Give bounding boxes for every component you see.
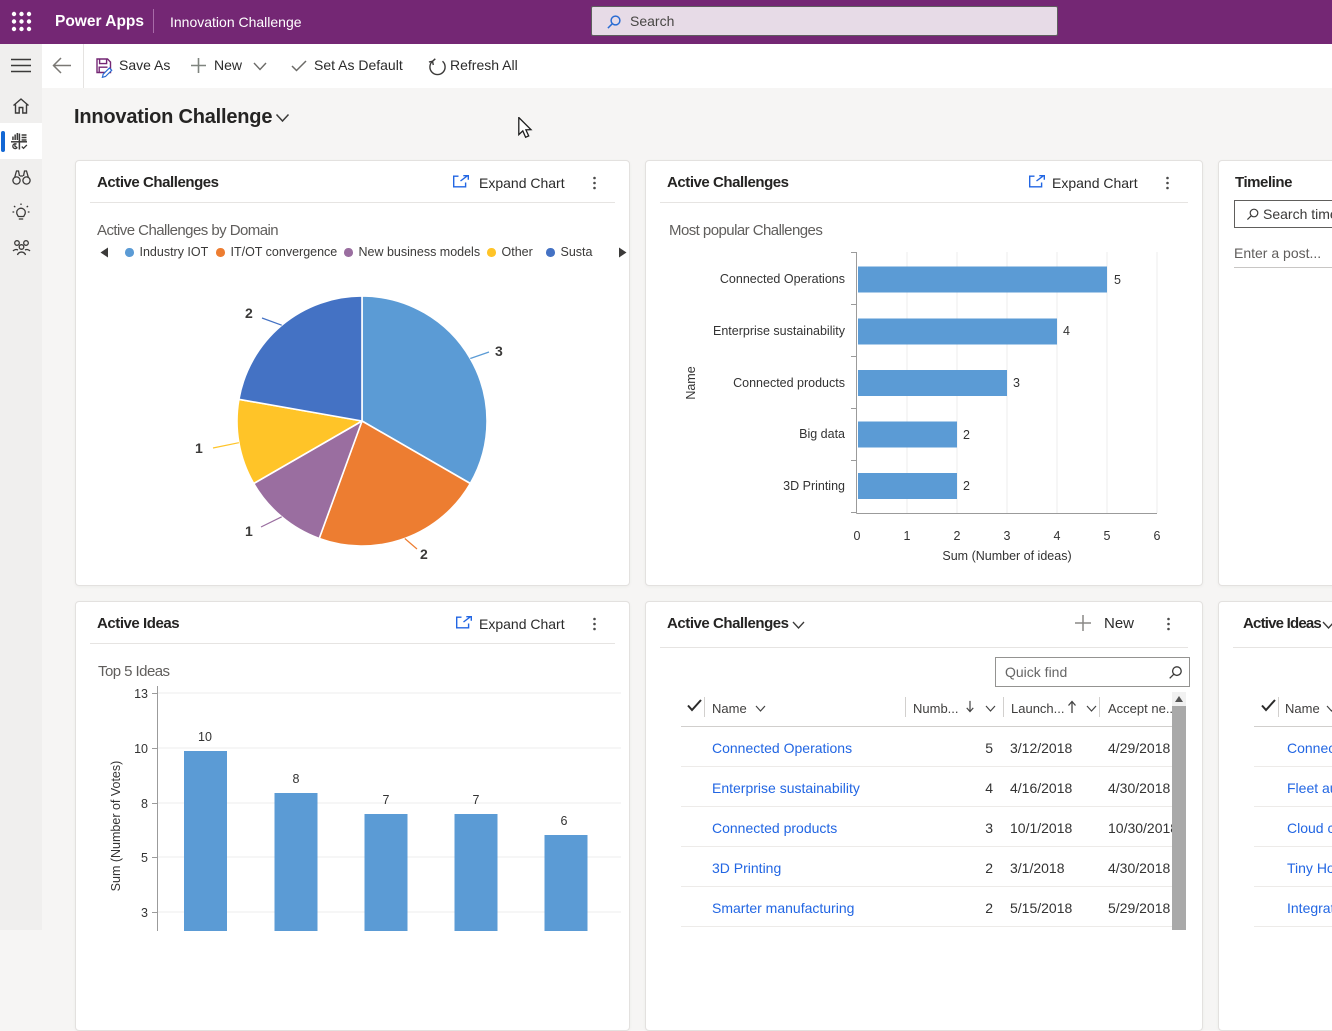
svg-text:7: 7 [473, 793, 480, 807]
svg-text:4: 4 [1063, 324, 1070, 338]
svg-text:3: 3 [1013, 376, 1020, 390]
svg-text:Sum (Number of Votes): Sum (Number of Votes) [109, 761, 123, 892]
svg-text:8: 8 [293, 772, 300, 786]
svg-text:2: 2 [963, 479, 970, 493]
svg-text:7: 7 [383, 793, 390, 807]
svg-text:2: 2 [245, 305, 253, 321]
svg-text:8: 8 [141, 797, 148, 811]
svg-text:13: 13 [134, 687, 148, 701]
svg-text:Connected Operations: Connected Operations [720, 272, 845, 286]
svg-text:1: 1 [904, 529, 911, 543]
svg-text:Connected products: Connected products [733, 376, 845, 390]
svg-text:1: 1 [195, 440, 203, 456]
svg-text:Big data: Big data [799, 427, 845, 441]
svg-text:1: 1 [245, 523, 253, 539]
svg-text:2: 2 [420, 546, 428, 562]
svg-text:2: 2 [963, 428, 970, 442]
svg-text:6: 6 [561, 814, 568, 828]
svg-text:2: 2 [954, 529, 961, 543]
svg-text:4: 4 [1054, 529, 1061, 543]
svg-text:5: 5 [1104, 529, 1111, 543]
svg-text:10: 10 [134, 742, 148, 756]
svg-text:10: 10 [198, 730, 212, 744]
svg-text:5: 5 [1114, 273, 1121, 287]
svg-text:0: 0 [854, 529, 861, 543]
svg-text:3: 3 [495, 343, 503, 359]
svg-text:3D Printing: 3D Printing [783, 479, 845, 493]
svg-text:6: 6 [1154, 529, 1161, 543]
svg-text:Name: Name [684, 366, 698, 399]
svg-text:3: 3 [141, 906, 148, 920]
svg-text:3: 3 [1004, 529, 1011, 543]
svg-text:Enterprise sustainability: Enterprise sustainability [713, 324, 846, 338]
svg-text:Sum (Number of ideas): Sum (Number of ideas) [942, 549, 1071, 563]
svg-text:5: 5 [141, 851, 148, 865]
